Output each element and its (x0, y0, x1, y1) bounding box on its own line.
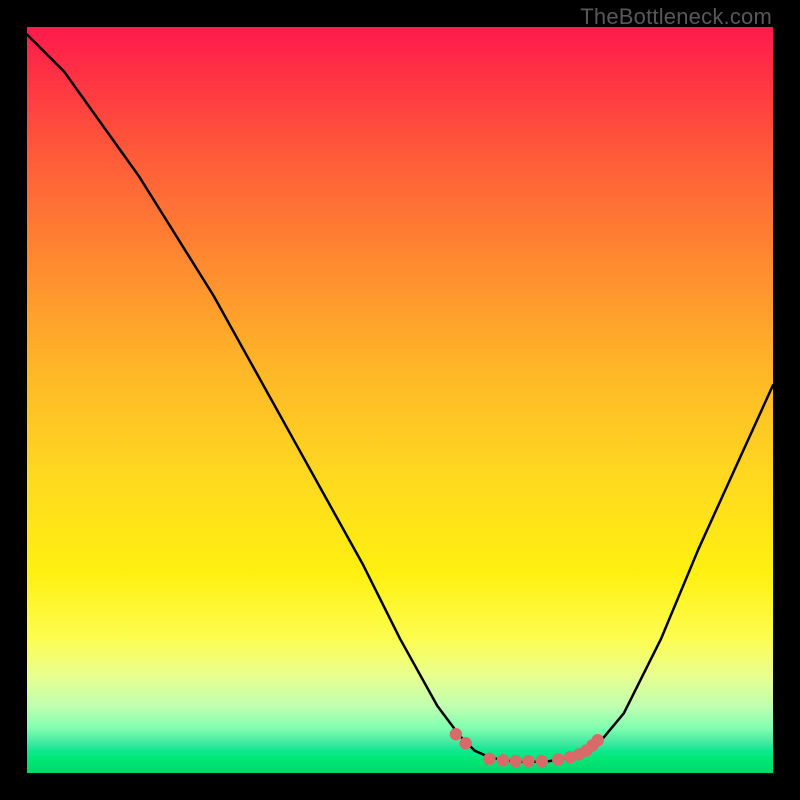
highlight-dot (459, 737, 471, 749)
highlight-dot (522, 755, 534, 767)
highlight-dot (450, 728, 462, 740)
highlight-dot (483, 753, 495, 765)
highlight-dot (592, 734, 604, 746)
bottleneck-curve (27, 35, 773, 762)
highlight-dot (497, 754, 509, 766)
highlight-dot (552, 753, 564, 765)
chart-svg (27, 27, 773, 773)
highlight-dot (509, 755, 521, 767)
highlight-dot (536, 755, 548, 767)
